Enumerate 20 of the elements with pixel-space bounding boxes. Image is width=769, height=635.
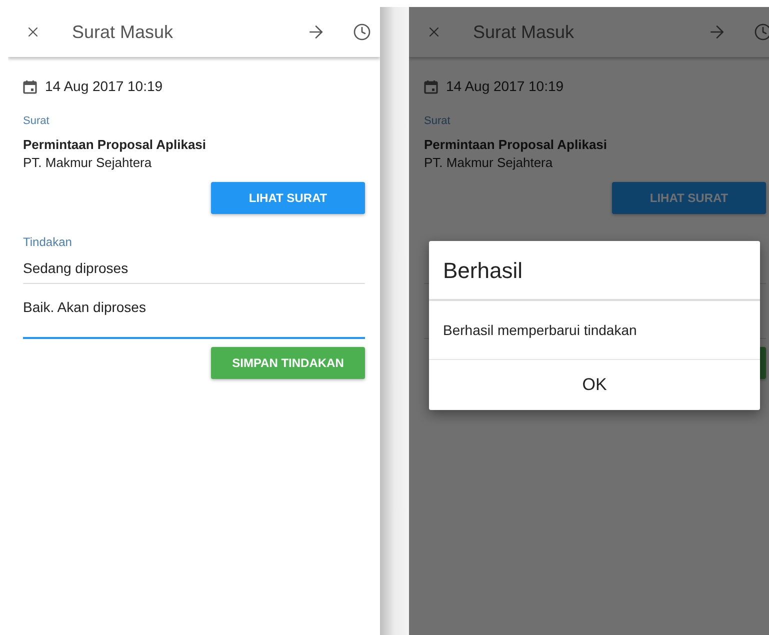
section-label: Surat: [424, 114, 452, 129]
letter-subject: Permintaan Proposal Aplikasi: [23, 136, 208, 154]
date-text: 14 Aug 2017 10:19: [446, 77, 564, 96]
letter-subject: Permintaan Proposal Aplikasi: [424, 136, 608, 154]
ok-button[interactable]: OK: [429, 360, 760, 410]
screen-title: Surat Masuk: [72, 20, 174, 44]
note-field[interactable]: Baik. Akan diproses: [23, 296, 365, 338]
screen-title: Surat Masuk: [473, 20, 574, 44]
calendar-icon: [23, 80, 37, 94]
date-text: 14 Aug 2017 10:19: [45, 77, 163, 96]
dialog-title: Berhasil: [429, 241, 760, 301]
clock-icon[interactable]: [754, 23, 769, 41]
letter-sender: PT. Makmur Sejahtera: [424, 154, 554, 172]
section-label: Tindakan: [23, 234, 73, 246]
status-field[interactable]: Sedang diproses: [23, 258, 365, 284]
clock-icon[interactable]: [353, 23, 371, 41]
letter-sender: PT. Makmur Sejahtera: [23, 154, 153, 172]
section-label: Surat: [23, 114, 50, 129]
calendar-icon: [424, 80, 438, 94]
dialog-message: Berhasil memperbarui tindakan: [429, 301, 760, 360]
